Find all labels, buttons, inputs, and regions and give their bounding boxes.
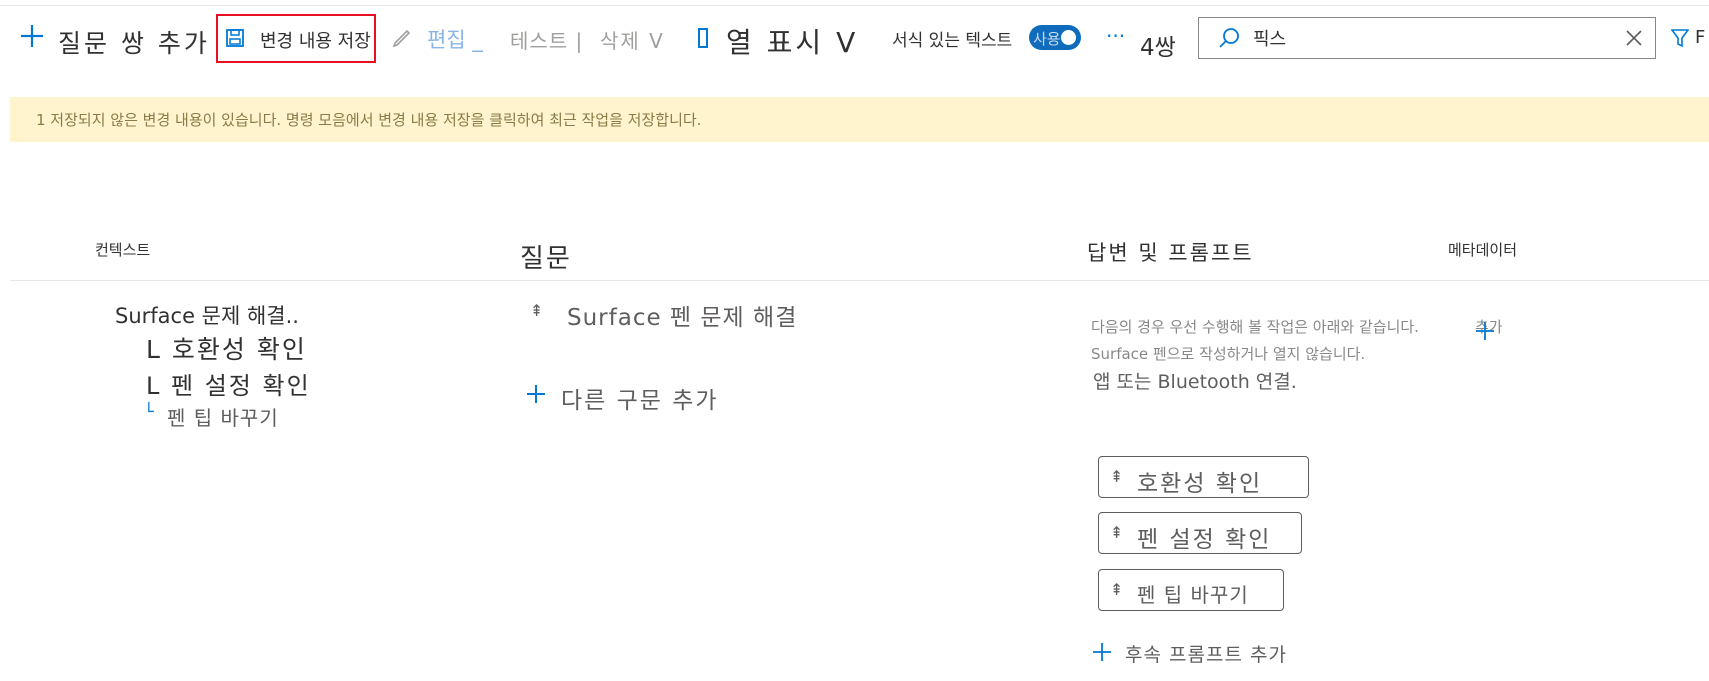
filter-icon[interactable] <box>1670 27 1690 49</box>
drag-handle-icon[interactable]: ⇞ <box>530 301 543 320</box>
drag-handle-icon: ⇞ <box>1110 467 1124 486</box>
toggle-label: 사용 <box>1033 30 1061 48</box>
prompt-label: 호환성 확인 <box>1137 471 1263 497</box>
prompt-label: 펜 설정 확인 <box>1137 527 1272 553</box>
top-divider <box>0 5 1709 6</box>
follow-up-prompt[interactable]: ⇞ 호환성 확인 <box>1098 456 1309 498</box>
more-button[interactable]: ··· <box>1106 24 1125 48</box>
pair-count: 4쌍 <box>1140 35 1176 61</box>
save-icon[interactable] <box>224 27 246 49</box>
context-item-pen-tip[interactable]: 펜 팁 바꾸기 <box>167 402 279 431</box>
answer-line-3[interactable]: 앱 또는 Bluetooth 연결. <box>1093 367 1297 394</box>
context-item-pen-settings[interactable]: L 펜 설정 확인 <box>146 366 311 401</box>
header-divider <box>10 280 1709 281</box>
answer-line-1[interactable]: 다음의 경우 우선 수행해 볼 작업은 아래와 같습니다. <box>1091 316 1419 337</box>
drag-handle-icon: ⇞ <box>1110 523 1124 542</box>
plus-icon[interactable] <box>524 382 548 406</box>
unsaved-changes-banner: 1 저장되지 않은 변경 내용이 있습니다. 명령 모음에서 변경 내용 저장을… <box>10 97 1709 142</box>
context-root[interactable]: Surface 문제 해결.. <box>115 300 299 330</box>
add-metadata-icon[interactable] <box>1474 320 1496 342</box>
filter-button[interactable]: F <box>1695 27 1705 48</box>
rich-text-toggle[interactable]: 사용 <box>1029 25 1081 50</box>
column-header-question[interactable]: 질문 <box>520 238 572 275</box>
question-text[interactable]: Surface 펜 문제 해결 <box>567 298 797 332</box>
answer-line-2[interactable]: Surface 펜으로 작성하거나 열지 않습니다. <box>1091 343 1365 364</box>
save-button[interactable]: 변경 내용 저장 <box>260 27 371 53</box>
column-header-answer[interactable]: 답변 및 프롬프트 <box>1087 237 1254 267</box>
edit-button[interactable]: 편집 _ <box>427 24 483 54</box>
view-columns-button[interactable]: 열 표시 V <box>726 21 858 61</box>
add-pair-button[interactable]: 질문 쌍 추가 <box>58 24 210 60</box>
close-icon[interactable] <box>1623 27 1645 49</box>
delete-button[interactable]: 삭제 V <box>600 25 665 54</box>
follow-up-prompt[interactable]: ⇞ 펜 팁 바꾸기 <box>1098 569 1284 611</box>
drag-handle-icon: ⇞ <box>1110 580 1124 599</box>
tree-branch-icon: └ <box>144 402 154 421</box>
pencil-icon[interactable] <box>389 25 415 51</box>
test-button[interactable]: 테스트 | <box>510 25 583 54</box>
follow-up-prompt[interactable]: ⇞ 펜 설정 확인 <box>1098 512 1302 554</box>
search-input[interactable]: 픽스 <box>1253 25 1286 51</box>
search-icon <box>1216 25 1242 51</box>
plus-icon[interactable] <box>18 22 46 50</box>
toggle-knob <box>1061 30 1076 45</box>
banner-text: 1 저장되지 않은 변경 내용이 있습니다. 명령 모음에서 변경 내용 저장을… <box>36 111 702 129</box>
context-item-compatibility[interactable]: L 호환성 확인 <box>146 330 307 366</box>
add-follow-up-prompt-button[interactable]: 후속 프롬프트 추가 <box>1125 640 1287 667</box>
columns-icon[interactable] <box>694 26 712 50</box>
prompt-label: 펜 팁 바꾸기 <box>1137 583 1249 607</box>
search-box[interactable]: 픽스 <box>1198 17 1656 59</box>
plus-icon[interactable] <box>1091 641 1113 663</box>
column-header-metadata[interactable]: 메타데이터 <box>1448 239 1517 260</box>
add-alternate-phrasing-button[interactable]: 다른 구문 추가 <box>561 381 719 415</box>
column-header-context[interactable]: 컨텍스트 <box>95 239 150 260</box>
rich-text-label: 서식 있는 텍스트 <box>892 31 1013 51</box>
